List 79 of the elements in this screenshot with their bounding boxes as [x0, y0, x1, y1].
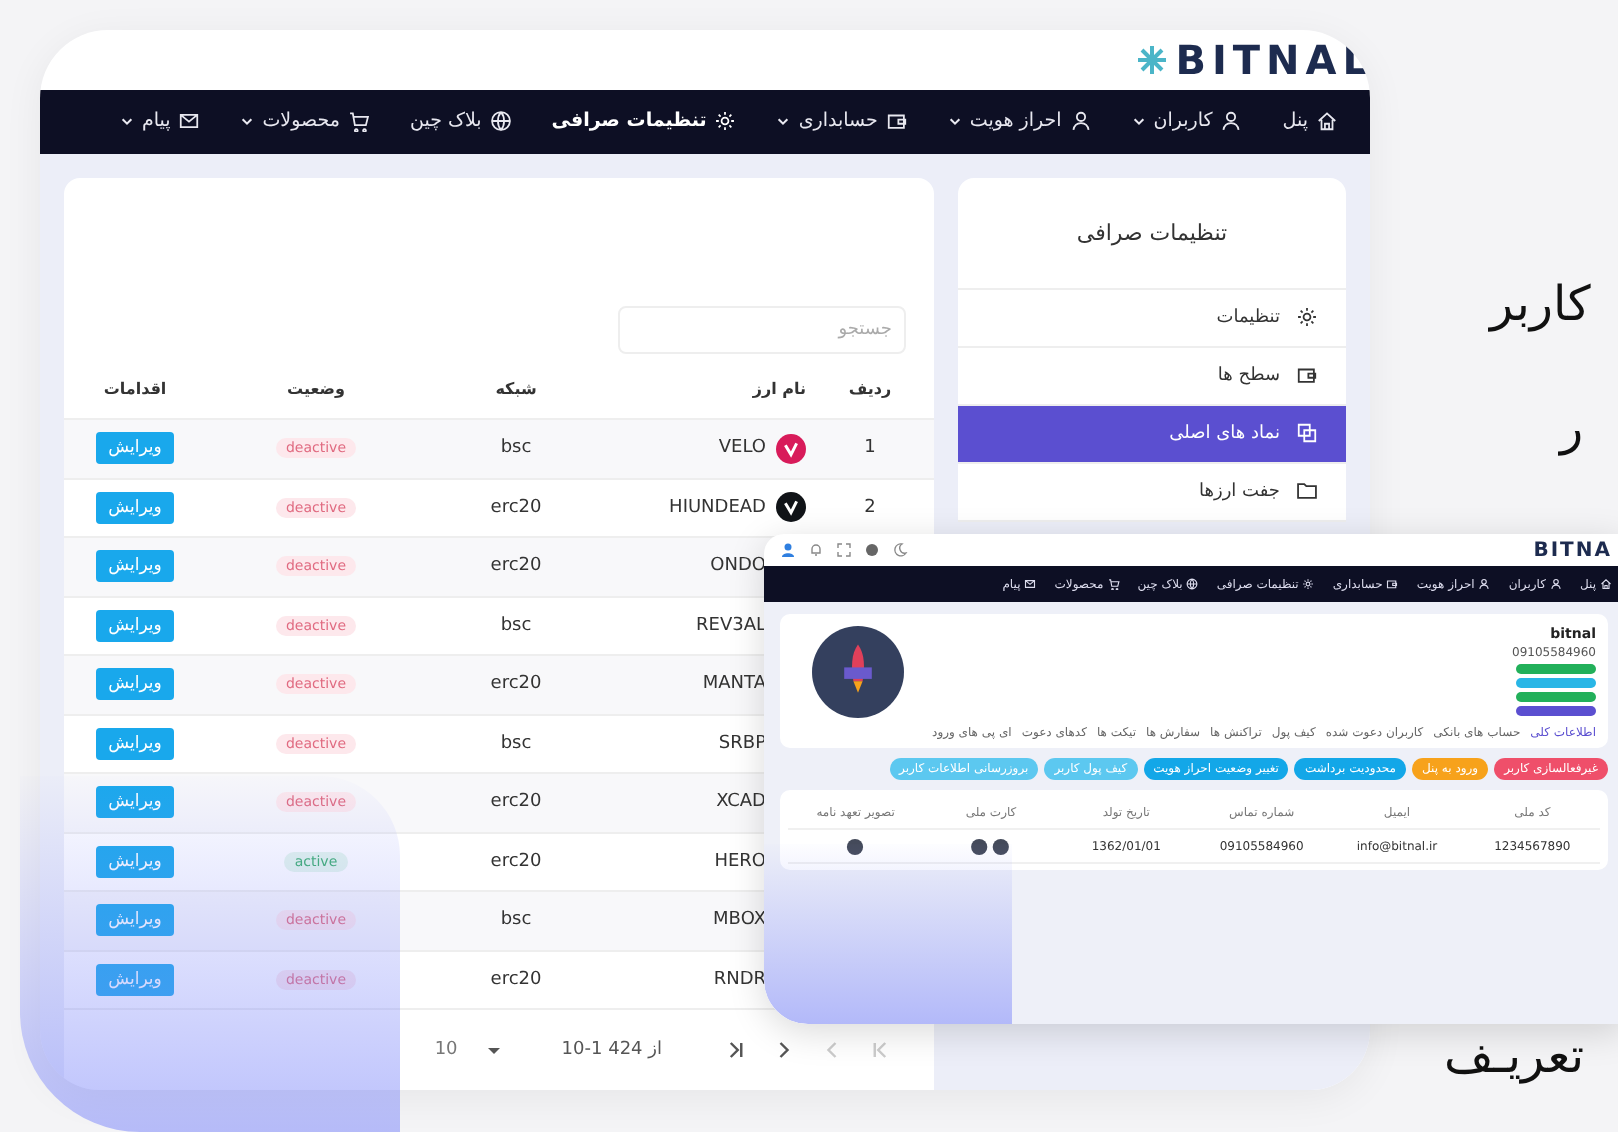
wallet-icon [1386, 578, 1399, 590]
notification-icon[interactable] [808, 542, 824, 558]
table-cell-text: bsc [498, 910, 534, 931]
table-cell-text: erc20 [488, 497, 544, 518]
mail-icon [1024, 578, 1037, 590]
column-header: نام ارز [750, 380, 806, 399]
table-cell: HIUNDEAD [669, 497, 766, 518]
user-icon [1069, 110, 1092, 133]
sidebar-item[interactable]: تنظیمات [958, 289, 1346, 347]
card-image-icons [970, 837, 1011, 855]
nav-item[interactable]: احراز هویت [947, 110, 1092, 133]
caret-icon [485, 1042, 502, 1058]
table-cell: ONDO [710, 556, 766, 577]
rocket-avatar-icon [812, 626, 904, 718]
logo-icon [1135, 43, 1168, 76]
nav-item[interactable]: حسابداری [776, 110, 908, 133]
nav-item[interactable]: پنل [1282, 110, 1338, 133]
nav-item[interactable]: بلاک چین [409, 110, 512, 133]
wallet-icon [885, 110, 908, 133]
home-icon [1600, 578, 1612, 590]
column-header: اقدامات [101, 380, 169, 399]
caret-icon [240, 114, 255, 129]
table-cell: REV3AL [696, 615, 766, 636]
nav-item[interactable]: کاربران [1131, 110, 1243, 133]
table-cell: MBOX [713, 910, 766, 931]
folder-icon [1296, 480, 1318, 502]
table-cell-text: erc20 [488, 674, 544, 695]
column-header: ردیف [846, 380, 894, 399]
settings-icon [1302, 578, 1315, 590]
nav-item[interactable]: محصولات [240, 110, 370, 133]
nav-item[interactable]: تنظیمات صرافی [551, 110, 737, 133]
page-size-select[interactable]: 10 [434, 1040, 502, 1060]
caret-icon [1131, 114, 1146, 129]
fullscreen-icon[interactable] [836, 542, 852, 558]
table-cell-text: bsc [498, 615, 534, 636]
table-cell: HERO [714, 851, 766, 872]
document-icon [846, 837, 865, 855]
table-cell: 1 [864, 438, 876, 459]
home-icon [1316, 110, 1338, 133]
table-cell: RNDR [713, 969, 766, 990]
wallet-icon [1296, 364, 1318, 386]
user-icon [1478, 578, 1491, 590]
sidebar-item[interactable]: جفت ارزها [958, 463, 1346, 521]
caret-icon [119, 114, 134, 129]
mail-icon [178, 110, 201, 133]
table-cell: 2 [864, 497, 876, 518]
search-field[interactable]: جستجو [618, 305, 906, 353]
table-cell-text: bsc [498, 733, 534, 754]
moon-icon[interactable] [892, 542, 908, 558]
user-icon [1220, 110, 1243, 133]
table-cell-text: erc20 [488, 851, 544, 872]
cart-icon [347, 110, 370, 133]
logo-text: BITNAL [1175, 35, 1370, 84]
heading-text: کاربر [1490, 276, 1591, 332]
heading-text: تعریـف [1444, 1028, 1585, 1084]
column-header: شبکه [493, 380, 539, 399]
cart-icon [1107, 578, 1120, 590]
sidebar-item[interactable]: نماد های اصلی [958, 405, 1346, 463]
settings-icon [1296, 306, 1318, 328]
table-cell-text: bsc [498, 438, 534, 459]
table-cell-text: erc20 [488, 792, 544, 813]
table-cell-text: erc20 [488, 969, 544, 990]
table-cell: XCAD [716, 792, 766, 813]
user-icon [1549, 578, 1562, 590]
nav-item[interactable]: پیام [119, 110, 201, 133]
column-header: وضعیت [285, 380, 347, 399]
sidebar-title: تنظیمات صرافی [958, 177, 1346, 289]
caret-icon [947, 114, 962, 129]
user-icon[interactable] [780, 542, 796, 558]
copy-icon [1296, 422, 1318, 444]
logo-text: BITNA [1533, 539, 1612, 561]
caret-icon [776, 114, 791, 129]
heading-text: ر [1560, 400, 1584, 456]
table-cell-text: erc20 [488, 556, 544, 577]
table-cell: SRBP [718, 733, 766, 754]
table-cell: MANTA [702, 674, 766, 695]
settings-icon [714, 110, 737, 133]
pagination-range: از 424 1-10 [561, 1040, 662, 1060]
table-cell: VELO [718, 438, 766, 459]
